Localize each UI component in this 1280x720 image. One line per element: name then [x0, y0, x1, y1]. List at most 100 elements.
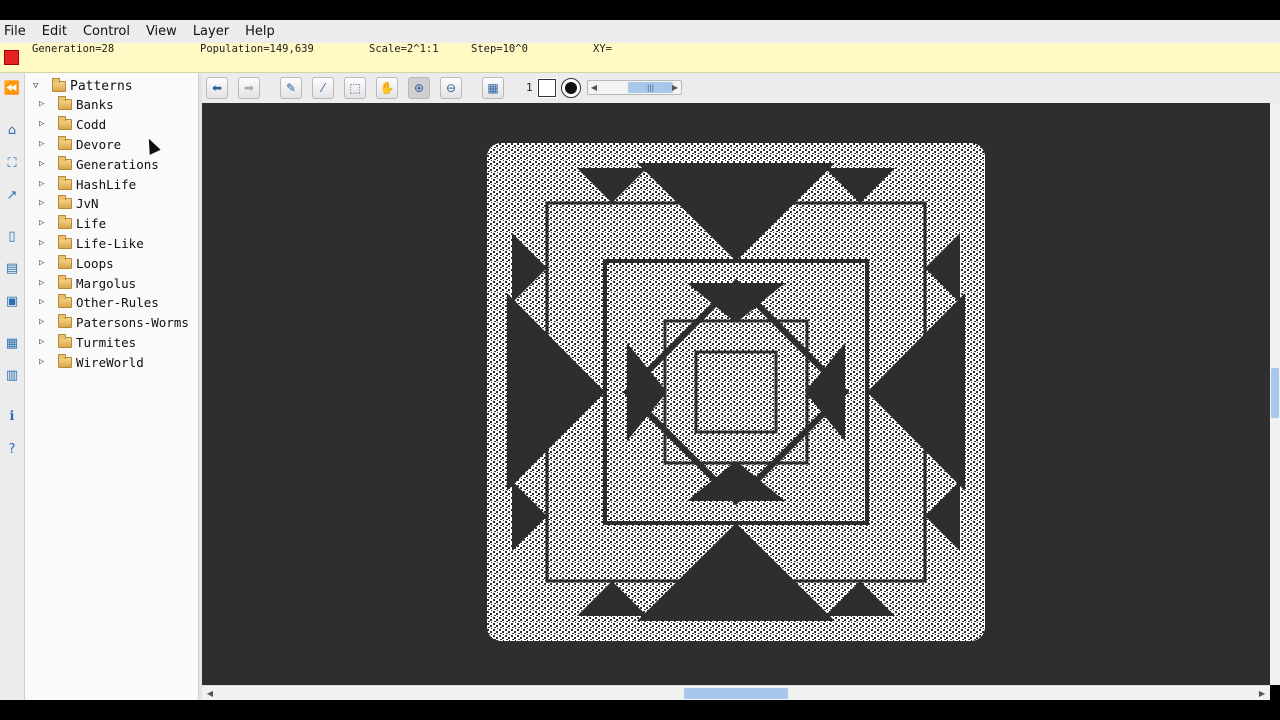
collapsed-arrow-icon[interactable]: ▷ [39, 238, 51, 248]
zoom-out-icon[interactable]: ⊖ [440, 77, 462, 99]
menu-view[interactable]: View [146, 24, 177, 39]
menu-help[interactable]: Help [245, 24, 275, 39]
tree-folder[interactable]: ▷ JvN [39, 194, 99, 212]
select-icon[interactable]: ⬚ [344, 77, 366, 99]
tree-folder[interactable]: ▷ Patersons-Worms [39, 313, 189, 331]
population-readout: Population=149,639 [200, 43, 314, 55]
slider-left-icon[interactable]: ◀ [588, 81, 600, 94]
tree-folder-label: JvN [76, 195, 99, 211]
scroll-right-icon[interactable]: ▶ [1256, 688, 1268, 699]
slider-thumb[interactable]: ||| [628, 82, 673, 93]
tree-root-label: Patterns [70, 78, 133, 94]
collapsed-arrow-icon[interactable]: ▷ [39, 278, 51, 288]
tree-folder-label: Loops [76, 255, 114, 271]
expanded-arrow-icon[interactable]: ▽ [33, 81, 45, 91]
tree-folder[interactable]: ▷ Loops [39, 254, 114, 272]
menu-edit[interactable]: Edit [42, 24, 67, 39]
pattern-tree: ▽ Patterns ▷ Banks ▷ Codd ▷ Devore ▷ Generat… [25, 73, 198, 700]
collapsed-arrow-icon[interactable]: ▷ [39, 258, 51, 268]
collapsed-arrow-icon[interactable]: ▷ [39, 179, 51, 189]
tree-folder-label: Patersons-Worms [76, 314, 189, 330]
home-icon[interactable]: ⌂ [3, 121, 21, 139]
stop-button[interactable] [4, 50, 19, 65]
menu-control[interactable]: Control [83, 24, 130, 39]
vertical-scrollbar[interactable] [1270, 103, 1280, 685]
folder-icon [58, 274, 72, 289]
tree-folder[interactable]: ▷ Devore [39, 135, 121, 153]
tree-folder-label: Life [76, 215, 107, 231]
vertical-scroll-thumb[interactable] [1271, 368, 1279, 418]
state-slider[interactable]: ◀ ||| ▶ [587, 80, 682, 95]
collapsed-arrow-icon[interactable]: ▷ [39, 297, 51, 307]
scroll-left-icon[interactable]: ◀ [204, 688, 216, 699]
grid-icon[interactable]: ▦ [482, 77, 504, 99]
tree-folder[interactable]: ▷ Other-Rules [39, 293, 159, 311]
open-file-icon[interactable]: ▤ [3, 259, 21, 277]
collapsed-arrow-icon[interactable]: ▷ [39, 198, 51, 208]
help-icon[interactable]: ? [3, 440, 21, 458]
tree-folder-label: Life-Like [76, 235, 144, 251]
generation-readout: Generation=28 [32, 43, 115, 55]
fit-icon[interactable]: ⛶ [3, 154, 21, 172]
menu-file[interactable]: File [4, 24, 26, 39]
horizontal-scrollbar[interactable]: ◀ ▶ [202, 685, 1270, 700]
state-1-swatch[interactable] [561, 78, 581, 98]
collapsed-arrow-icon[interactable]: ▷ [39, 317, 51, 327]
info-icon[interactable]: ℹ [3, 407, 21, 425]
tree-folder[interactable]: ▷ Turmites [39, 333, 136, 351]
pattern-viewport[interactable] [202, 103, 1270, 685]
folder-icon [58, 353, 72, 368]
collapsed-arrow-icon[interactable]: ▷ [39, 159, 51, 169]
forward-icon[interactable]: ➡ [238, 77, 260, 99]
folder-icon [58, 115, 72, 130]
collapsed-arrow-icon[interactable]: ▷ [39, 139, 51, 149]
tree-folder[interactable]: ▷ Margolus [39, 274, 136, 292]
graph-icon[interactable]: ↗ [3, 186, 21, 204]
back-icon[interactable]: ⬅ [206, 77, 228, 99]
tree-folder[interactable]: ▷ HashLife [39, 175, 136, 193]
state-0-swatch[interactable] [537, 78, 557, 98]
folder-icon [58, 155, 72, 170]
patterns-icon[interactable]: ▦ [3, 334, 21, 352]
tree-folder-label: WireWorld [76, 354, 144, 370]
collapsed-arrow-icon[interactable]: ▷ [39, 218, 51, 228]
folder-icon [58, 175, 72, 190]
picker-icon[interactable]: ⁄ [312, 77, 334, 99]
collapsed-arrow-icon[interactable]: ▷ [39, 99, 51, 109]
tree-folder-label: Other-Rules [76, 294, 159, 310]
new-file-icon[interactable]: ▯ [3, 227, 21, 245]
xy-readout: XY= [593, 43, 612, 55]
folder-icon [58, 214, 72, 229]
step-readout: Step=10^0 [471, 43, 528, 55]
folder-icon [52, 77, 66, 92]
folder-icon [58, 95, 72, 110]
left-toolbar: ⏪ ⌂ ⛶ ↗ ▯ ▤ ▣ ▦ ▥ ℹ ? [0, 73, 25, 700]
horizontal-scroll-thumb[interactable] [684, 688, 788, 699]
hand-icon[interactable]: ✋ [376, 77, 398, 99]
tree-folder-label: Margolus [76, 275, 137, 291]
collapsed-arrow-icon[interactable]: ▷ [39, 119, 51, 129]
window-top-edge [0, 0, 1280, 20]
collapsed-arrow-icon[interactable]: ▷ [39, 337, 51, 347]
tree-folder[interactable]: ▷ Codd [39, 115, 106, 133]
tree-folder[interactable]: ▷ Banks [39, 95, 114, 113]
slider-right-icon[interactable]: ▶ [669, 81, 681, 94]
layer-number: 1 [526, 81, 533, 94]
rewind-icon[interactable]: ⏪ [3, 79, 21, 97]
status-bar: Generation=28 Population=149,639 Scale=2… [0, 43, 1280, 73]
tree-folder[interactable]: ▷ Life [39, 214, 106, 232]
scripts-icon[interactable]: ▥ [3, 366, 21, 384]
zoom-in-icon[interactable]: ⊕ [408, 77, 430, 99]
folder-icon [58, 135, 72, 150]
menu-layer[interactable]: Layer [193, 24, 229, 39]
tree-folder[interactable]: ▷ Generations [39, 155, 159, 173]
pencil-icon[interactable]: ✎ [280, 77, 302, 99]
collapsed-arrow-icon[interactable]: ▷ [39, 357, 51, 367]
tree-folder-label: Banks [76, 96, 114, 112]
cellular-pattern [487, 143, 985, 641]
menu-bar: File Edit Control View Layer Help [0, 20, 1280, 43]
tree-folder[interactable]: ▷ Life-Like [39, 234, 144, 252]
tree-folder[interactable]: ▷ WireWorld [39, 353, 144, 371]
tree-root[interactable]: ▽ Patterns [33, 77, 133, 95]
save-icon[interactable]: ▣ [3, 292, 21, 310]
